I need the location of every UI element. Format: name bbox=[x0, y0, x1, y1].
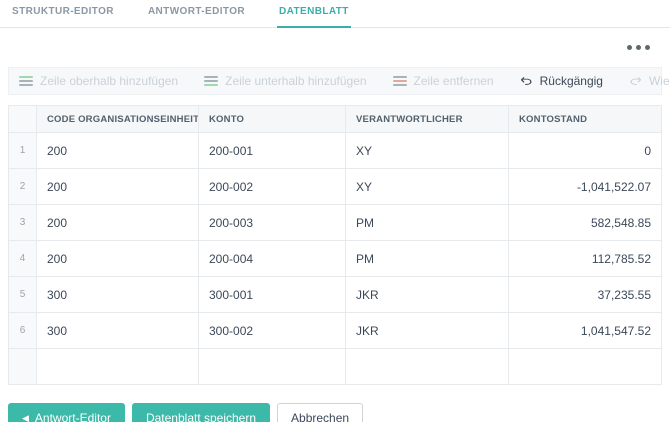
cell-konto[interactable] bbox=[199, 349, 346, 385]
cell-verantwortlicher[interactable] bbox=[346, 349, 509, 385]
tab-antwort-editor[interactable]: ANTWORT-EDITOR bbox=[146, 0, 247, 28]
add-row-above-icon bbox=[19, 76, 33, 86]
cell-konto[interactable]: 200-004 bbox=[199, 241, 346, 277]
abbrechen-button[interactable]: Abbrechen bbox=[277, 403, 363, 422]
cell-konto[interactable]: 200-003 bbox=[199, 205, 346, 241]
cell-kontostand[interactable]: 112,785.52 bbox=[509, 241, 662, 277]
undo-label: Rückgängig bbox=[540, 74, 603, 88]
cell-code-organisationseinheit[interactable]: 200 bbox=[37, 241, 199, 277]
antwort-editor-button[interactable]: ◀ Antwort-Editor bbox=[8, 403, 125, 422]
cell-kontostand[interactable]: 1,041,547.52 bbox=[509, 313, 662, 349]
remove-row-label: Zeile entfernen bbox=[414, 74, 494, 88]
row-number-cell[interactable]: 3 bbox=[9, 205, 37, 241]
row-number-cell[interactable]: 5 bbox=[9, 277, 37, 313]
cell-code-organisationseinheit[interactable]: 200 bbox=[37, 133, 199, 169]
table-row: 4200200-004PM112,785.52 bbox=[9, 241, 662, 277]
remove-row-button[interactable]: Zeile entfernen bbox=[393, 74, 494, 88]
cell-kontostand[interactable] bbox=[509, 349, 662, 385]
table-header-row: CODE ORGANISATIONSEINHEIT KONTO VERANTWO… bbox=[9, 106, 662, 133]
table-row: 6300300-002JKR1,041,547.52 bbox=[9, 313, 662, 349]
table-row: 1200200-001XY0 bbox=[9, 133, 662, 169]
row-number-cell[interactable]: 1 bbox=[9, 133, 37, 169]
add-row-above-button[interactable]: Zeile oberhalb hinzufügen bbox=[19, 74, 178, 88]
back-arrow-icon: ◀ bbox=[22, 414, 29, 422]
cell-konto[interactable]: 200-002 bbox=[199, 169, 346, 205]
column-header-kontostand: KONTOSTAND bbox=[509, 106, 662, 133]
cell-kontostand[interactable]: 0 bbox=[509, 133, 662, 169]
add-row-below-label: Zeile unterhalb hinzufügen bbox=[225, 74, 366, 88]
row-number-cell[interactable] bbox=[9, 349, 37, 385]
more-ellipsis-icon[interactable] bbox=[623, 41, 654, 54]
remove-row-icon bbox=[393, 76, 407, 86]
tab-bar: STRUKTUR-EDITOR ANTWORT-EDITOR DATENBLAT… bbox=[0, 0, 670, 28]
cell-verantwortlicher[interactable]: JKR bbox=[346, 313, 509, 349]
cell-konto[interactable]: 300-002 bbox=[199, 313, 346, 349]
cell-konto[interactable]: 200-001 bbox=[199, 133, 346, 169]
cell-verantwortlicher[interactable]: JKR bbox=[346, 277, 509, 313]
column-header-code: CODE ORGANISATIONSEINHEIT bbox=[37, 106, 199, 133]
datasheet-table: CODE ORGANISATIONSEINHEIT KONTO VERANTWO… bbox=[8, 105, 662, 385]
cell-konto[interactable]: 300-001 bbox=[199, 277, 346, 313]
datasheet-toolbar: Zeile oberhalb hinzufügen Zeile unterhal… bbox=[8, 67, 662, 95]
datenblatt-speichern-button[interactable]: Datenblatt speichern bbox=[132, 403, 270, 422]
cell-code-organisationseinheit[interactable]: 200 bbox=[37, 205, 199, 241]
cell-code-organisationseinheit[interactable]: 300 bbox=[37, 313, 199, 349]
redo-button[interactable]: Wiederherstellen bbox=[629, 74, 670, 88]
redo-icon bbox=[629, 75, 642, 88]
cell-verantwortlicher[interactable]: PM bbox=[346, 241, 509, 277]
row-number-header bbox=[9, 106, 37, 133]
add-row-below-button[interactable]: Zeile unterhalb hinzufügen bbox=[204, 74, 366, 88]
redo-label: Wiederherstellen bbox=[649, 74, 670, 88]
add-row-above-label: Zeile oberhalb hinzufügen bbox=[40, 74, 178, 88]
undo-button[interactable]: Rückgängig bbox=[520, 74, 603, 88]
cell-kontostand[interactable]: 37,235.55 bbox=[509, 277, 662, 313]
cell-kontostand[interactable]: -1,041,522.07 bbox=[509, 169, 662, 205]
cell-verantwortlicher[interactable]: XY bbox=[346, 169, 509, 205]
row-number-cell[interactable]: 2 bbox=[9, 169, 37, 205]
table-row: 3200200-003PM582,548.85 bbox=[9, 205, 662, 241]
column-header-konto: KONTO bbox=[199, 106, 346, 133]
abbrechen-button-label: Abbrechen bbox=[291, 411, 349, 422]
table-row bbox=[9, 349, 662, 385]
table-row: 5300300-001JKR37,235.55 bbox=[9, 277, 662, 313]
cell-kontostand[interactable]: 582,548.85 bbox=[509, 205, 662, 241]
cell-code-organisationseinheit[interactable] bbox=[37, 349, 199, 385]
tab-struktur-editor[interactable]: STRUKTUR-EDITOR bbox=[10, 0, 116, 28]
cell-verantwortlicher[interactable]: PM bbox=[346, 205, 509, 241]
undo-icon bbox=[520, 75, 533, 88]
datenblatt-speichern-button-label: Datenblatt speichern bbox=[146, 411, 256, 422]
tab-datenblatt[interactable]: DATENBLATT bbox=[277, 0, 351, 28]
table-row: 2200200-002XY-1,041,522.07 bbox=[9, 169, 662, 205]
add-row-below-icon bbox=[204, 76, 218, 86]
cell-verantwortlicher[interactable]: XY bbox=[346, 133, 509, 169]
table-body: 1200200-001XY02200200-002XY-1,041,522.07… bbox=[9, 133, 662, 385]
cell-code-organisationseinheit[interactable]: 300 bbox=[37, 277, 199, 313]
cell-code-organisationseinheit[interactable]: 200 bbox=[37, 169, 199, 205]
antwort-editor-button-label: Antwort-Editor bbox=[35, 411, 111, 422]
column-header-verantwortlicher: VERANTWORTLICHER bbox=[346, 106, 509, 133]
footer-actions: ◀ Antwort-Editor Datenblatt speichern Ab… bbox=[8, 403, 670, 422]
row-number-cell[interactable]: 6 bbox=[9, 313, 37, 349]
row-number-cell[interactable]: 4 bbox=[9, 241, 37, 277]
header-actions-row bbox=[0, 28, 670, 67]
